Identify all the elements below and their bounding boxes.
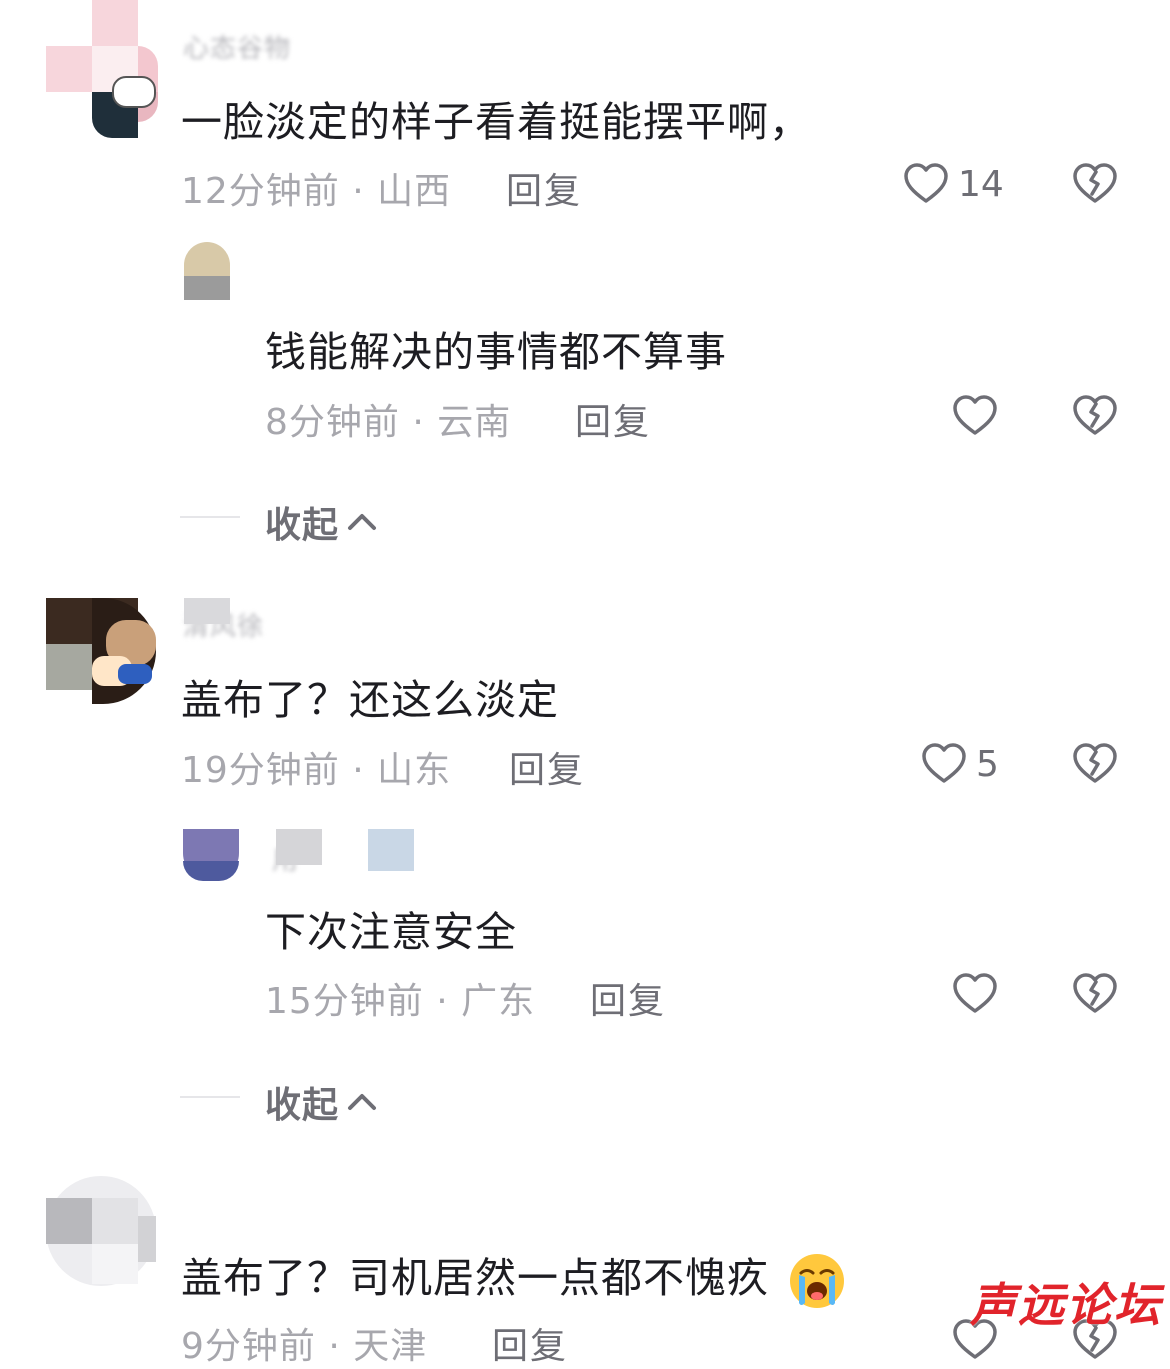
collapse-label: 收起 — [265, 505, 340, 546]
comment-text: 钱能解决的事情都不算事 — [265, 328, 727, 376]
comment-text: 下次注意安全 — [265, 908, 517, 956]
dislike-button[interactable] — [1071, 160, 1119, 212]
like-button[interactable] — [951, 392, 999, 440]
heart-outline-icon — [904, 163, 948, 203]
avatar[interactable] — [46, 1176, 156, 1286]
collapse-divider — [180, 516, 240, 518]
collapse-label: 收起 — [265, 1085, 340, 1126]
reply-button[interactable]: 回复 — [506, 162, 582, 214]
like-button[interactable]: 14 — [902, 160, 1004, 208]
like-button[interactable] — [951, 970, 999, 1018]
location: 山东 — [377, 750, 452, 791]
timestamp: 12分钟前 — [181, 171, 340, 212]
username[interactable]: 心态谷物 — [183, 28, 291, 65]
username-mosaic — [276, 829, 322, 865]
timestamp: 19分钟前 — [181, 750, 340, 791]
location: 山西 — [377, 171, 452, 212]
collapse-divider — [180, 1096, 240, 1098]
broken-heart-icon — [1073, 973, 1117, 1013]
like-button[interactable]: 5 — [920, 740, 999, 788]
comment-text: 一脸淡定的样子看着挺能摆平啊， — [181, 98, 811, 146]
heart-outline-icon — [922, 743, 966, 783]
meta-separator: · — [399, 402, 438, 443]
like-count: 5 — [976, 743, 999, 785]
comment-meta: 12分钟前 · 山西 — [181, 162, 451, 214]
timestamp: 15分钟前 — [265, 981, 424, 1022]
reply-button[interactable]: 回复 — [492, 1317, 568, 1369]
loudly-crying-face-icon — [790, 1254, 845, 1308]
location: 广东 — [461, 981, 536, 1022]
reply-button[interactable]: 回复 — [575, 393, 651, 445]
timestamp: 9分钟前 — [181, 1326, 316, 1367]
comment-meta: 15分钟前 · 广东 — [265, 972, 535, 1024]
comment-text: 盖布了？司机居然一点都不愧疚 — [181, 1244, 847, 1311]
avatar[interactable] — [183, 829, 239, 881]
comment-text-content: 盖布了？司机居然一点都不愧疚 — [181, 1254, 769, 1302]
location: 云南 — [437, 402, 512, 443]
avatar[interactable] — [46, 598, 156, 704]
dislike-button[interactable] — [1071, 392, 1119, 444]
site-watermark: 声远论坛 — [970, 1278, 1162, 1332]
chevron-up-icon — [348, 514, 377, 530]
broken-heart-icon — [1073, 395, 1117, 435]
avatar[interactable] — [46, 0, 158, 138]
comment-text: 盖布了？还这么淡定 — [181, 676, 559, 724]
avatar[interactable] — [184, 242, 230, 300]
meta-separator: · — [339, 750, 378, 791]
reply-button[interactable]: 回复 — [590, 972, 666, 1024]
collapse-replies-button[interactable]: 收起 — [265, 496, 379, 548]
chevron-up-icon — [348, 1094, 377, 1110]
username-mosaic — [184, 598, 230, 624]
heart-outline-icon — [953, 973, 997, 1013]
reply-button[interactable]: 回复 — [509, 741, 585, 793]
collapse-replies-button[interactable]: 收起 — [265, 1076, 379, 1128]
broken-heart-icon — [1073, 743, 1117, 783]
badge-mosaic — [368, 829, 414, 871]
dislike-button[interactable] — [1071, 970, 1119, 1022]
location: 天津 — [353, 1326, 428, 1367]
comment-meta: 9分钟前 · 天津 — [181, 1317, 427, 1369]
broken-heart-icon — [1073, 163, 1117, 203]
like-count: 14 — [958, 163, 1004, 205]
comment-meta: 8分钟前 · 云南 — [265, 393, 511, 445]
meta-separator: · — [423, 981, 462, 1022]
meta-separator: · — [339, 171, 378, 212]
comment-meta: 19分钟前 · 山东 — [181, 741, 451, 793]
meta-separator: · — [315, 1326, 354, 1367]
dislike-button[interactable] — [1071, 740, 1119, 792]
heart-outline-icon — [953, 395, 997, 435]
timestamp: 8分钟前 — [265, 402, 400, 443]
